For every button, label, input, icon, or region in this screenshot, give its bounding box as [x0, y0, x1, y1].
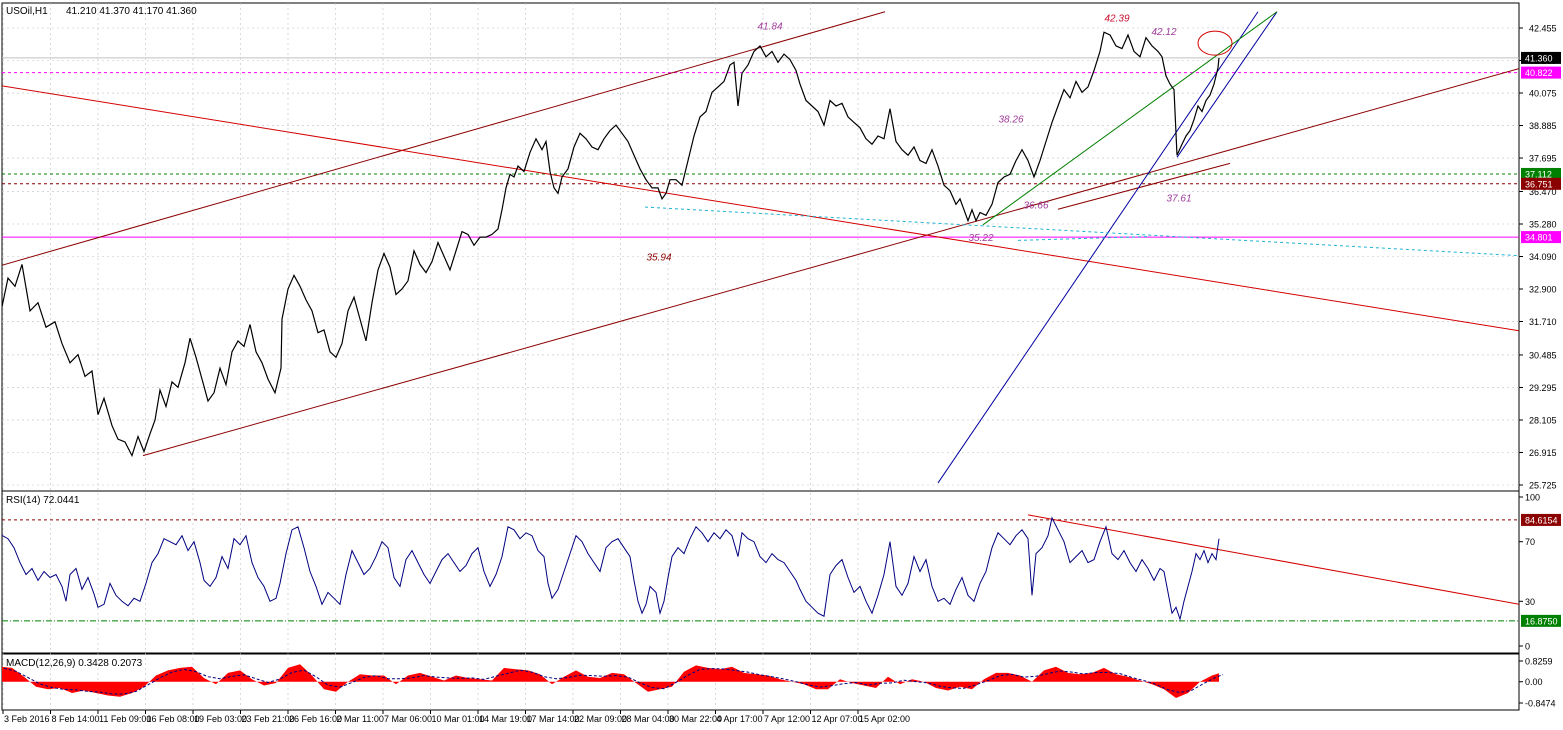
time-tick-label: 30 Mar 22:00 [669, 714, 722, 724]
trend-line-channel[interactable] [1057, 162, 1231, 210]
time-tick-label: 11 Feb 09:00 [99, 714, 151, 724]
price-tick-label: 29.295 [1529, 383, 1557, 393]
wave-label: 42.12 [1151, 27, 1176, 38]
time-tick-label: 17 Mar 14:00 [527, 714, 580, 724]
rsi-series-line [2, 516, 1220, 622]
level-badge-label: 40.822 [1525, 68, 1553, 78]
price-tick-label: 37.695 [1529, 154, 1557, 164]
macd-histogram [2, 664, 1219, 698]
trend-line-trend_red[interactable] [0, 85, 1519, 332]
level-badge-label: 84.6154 [1525, 515, 1558, 525]
trend-line-trend_green[interactable] [982, 11, 1278, 226]
horizontal-levels [2, 57, 1519, 238]
price-tick-label: 40.075 [1529, 89, 1557, 99]
rsi-levels [2, 519, 1519, 622]
chart-header: USOil,H1 41.210 41.370 41.170 41.360 [6, 6, 197, 17]
time-tick-label: 26 Feb 16:00 [289, 714, 342, 724]
time-tick-label: 4 Apr 17:00 [717, 714, 763, 724]
trend-line-channel[interactable] [0, 11, 886, 266]
trend-line-channel[interactable] [142, 68, 1519, 457]
time-tick-label: 28 Mar 04:00 [622, 714, 675, 724]
header-ohlc: 41.210 41.370 41.170 41.360 [66, 6, 197, 17]
time-tick-label: 14 Mar 19:00 [479, 714, 532, 724]
time-tick-label: 12 Apr 07:00 [812, 714, 863, 724]
level-badge-label: 16.8750 [1525, 616, 1558, 626]
price-tick-label: 42.455 [1529, 24, 1557, 34]
rsi-panel[interactable] [1, 490, 1520, 654]
price-tick-label: 35.280 [1529, 219, 1557, 229]
macd-tick-label: 0.8259 [1525, 657, 1553, 667]
price-tick-label: 31.710 [1529, 317, 1557, 327]
price-tick-label: 25.725 [1529, 481, 1557, 491]
macd-title: MACD(12,26,9) 0.3428 0.2073 [6, 658, 143, 669]
macd-tick-label: 0.00 [1525, 677, 1543, 687]
time-axis[interactable]: 3 Feb 2016 8 Feb 14:00 11 Feb 09:0016 Feb … [2, 710, 910, 724]
wave-label: 36.66 [1023, 200, 1048, 211]
header-symbol: USOil,H1 [6, 6, 48, 17]
time-tick-label: 8 Feb 14:00 [52, 714, 100, 724]
price-tick-label: 30.485 [1529, 350, 1557, 360]
trading-chart: 41.84 42.39 42.12 38.26 36.66 37.61 35.22 35.94… [0, 2, 1561, 724]
trend-lines[interactable] [0, 11, 1519, 484]
rsi-tick-label: 70 [1525, 537, 1535, 547]
level-badge-label: 41.360 [1525, 53, 1553, 63]
wave-label: 37.61 [1166, 194, 1191, 205]
grid [2, 3, 1519, 710]
price-tick-label: 32.900 [1529, 285, 1557, 295]
wave-label: 38.26 [998, 114, 1023, 125]
macd-tick-label: -0.8474 [1525, 699, 1556, 709]
wave-label: 41.84 [757, 22, 782, 33]
rsi-tick-label: 100 [1525, 493, 1540, 503]
price-tick-label: 28.105 [1529, 415, 1557, 425]
time-tick-label: 23 Feb 21:00 [242, 714, 295, 724]
time-tick-label: 7 Apr 12:00 [764, 714, 810, 724]
rsi-trend-line[interactable] [1027, 514, 1519, 605]
time-tick-label: 16 Feb 08:00 [147, 714, 200, 724]
rsi-tick-label: 0 [1525, 642, 1530, 652]
time-tick-label: 3 Feb 2016 [4, 714, 50, 724]
trend-line-trend_blue[interactable] [1176, 11, 1278, 158]
level-badge-label: 34.801 [1525, 233, 1553, 243]
price-panel[interactable] [1, 2, 1520, 492]
trend-line-cyan-dashed[interactable] [644, 206, 1519, 257]
time-tick-label: 15 Apr 02:00 [859, 714, 910, 724]
wave-label: 42.39 [1104, 13, 1129, 24]
level-badge-label: 36.751 [1525, 179, 1553, 189]
rsi-tick-label: 30 [1525, 597, 1535, 607]
price-series-line [2, 31, 1220, 458]
time-tick-label: 2 Mar 11:00 [337, 714, 384, 724]
macd-panel[interactable] [1, 653, 1520, 711]
time-tick-label: 19 Feb 03:00 [194, 714, 247, 724]
trend-line-trend_blue[interactable] [937, 11, 1259, 484]
rsi-title: RSI(14) 72.0441 [6, 495, 80, 506]
time-tick-label: 10 Mar 01:00 [432, 714, 485, 724]
wave-labels: 41.84 42.39 42.12 38.26 36.66 37.61 35.22 35.94 [646, 13, 1191, 263]
time-tick-label: 22 Mar 09:00 [574, 714, 627, 724]
price-tick-label: 38.885 [1529, 121, 1557, 131]
time-tick-label: 7 Mar 06:00 [384, 714, 432, 724]
price-tick-label: 34.090 [1529, 252, 1557, 262]
wave-label: 35.22 [968, 233, 993, 244]
target-ellipse-marker [1197, 30, 1233, 56]
price-tick-label: 26.915 [1529, 448, 1557, 458]
price-axis[interactable]: 42.45541.26540.07538.88537.69536.47035.2… [1519, 24, 1561, 709]
wave-label: 35.94 [646, 252, 671, 263]
